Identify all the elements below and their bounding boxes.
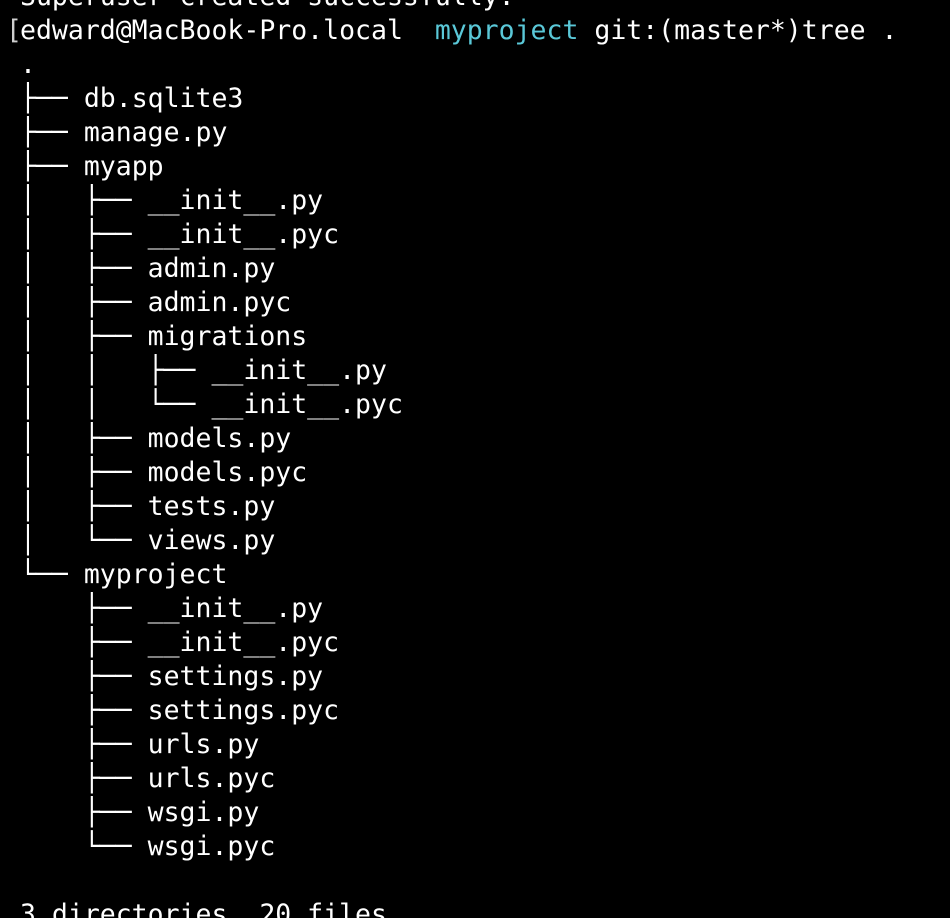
- tree-entry-name: myapp: [83, 151, 164, 182]
- tree-line: │ ├── migrations: [20, 320, 950, 354]
- tree-summary: 3 directories, 20 files: [20, 899, 387, 918]
- tree-entry-name: urls.pyc: [147, 763, 276, 794]
- tree-branch-glyphs: ├──: [20, 695, 148, 726]
- tree-branch-glyphs: │ ├──: [20, 253, 148, 284]
- tree-line: │ ├── models.pyc: [20, 456, 950, 490]
- prompt-bracket: [: [6, 15, 22, 46]
- tree-entry-name: tests.py: [147, 491, 276, 522]
- tree-entry-name: views.py: [147, 525, 276, 556]
- tree-line: │ ├── tests.py: [20, 490, 950, 524]
- tree-line: │ └── views.py: [20, 524, 950, 558]
- tree-line: │ │ └── __init__.pyc: [20, 388, 950, 422]
- tree-branch-glyphs: │ └──: [20, 525, 148, 556]
- tree-line: │ ├── __init__.pyc: [20, 218, 950, 252]
- tree-line: └── wsgi.pyc: [20, 830, 950, 864]
- tree-branch-glyphs: │ ├──: [20, 423, 148, 454]
- tree-branch-glyphs: ├──: [20, 593, 148, 624]
- tree-branch-glyphs: │ │ └──: [20, 389, 212, 420]
- tree-line: ├── urls.py: [20, 728, 950, 762]
- tree-branch-glyphs: ├──: [20, 797, 148, 828]
- tree-branch-glyphs: │ ├──: [20, 185, 148, 216]
- tree-entry-name: admin.pyc: [147, 287, 292, 318]
- tree-entry-name: wsgi.py: [147, 797, 260, 828]
- tree-line: ├── wsgi.py: [20, 796, 950, 830]
- tree-line: │ ├── admin.pyc: [20, 286, 950, 320]
- prompt-git-status: git:(master*): [594, 15, 802, 46]
- tree-entry-name: migrations: [147, 321, 308, 352]
- tree-branch-glyphs: └──: [20, 831, 148, 862]
- tree-branch-glyphs: │ ├──: [20, 321, 148, 352]
- tree-branch-glyphs: ├──: [20, 83, 84, 114]
- tree-root: .: [20, 49, 36, 80]
- terminal-output: Superuser created successfully. [edward@…: [6, 0, 950, 918]
- tree-branch-glyphs: │ │ ├──: [20, 355, 212, 386]
- tree-branch-glyphs: ├──: [20, 763, 148, 794]
- prompt-directory: myproject: [434, 15, 579, 46]
- tree-branch-glyphs: ├──: [20, 151, 84, 182]
- tree-branch-glyphs: └──: [20, 559, 84, 590]
- tree-branch-glyphs: │ ├──: [20, 287, 148, 318]
- tree-branch-glyphs: ├──: [20, 661, 148, 692]
- tree-line: │ │ ├── __init__.py: [20, 354, 950, 388]
- tree-entry-name: manage.py: [83, 117, 228, 148]
- prompt-user-host: edward@MacBook-Pro.local: [20, 15, 403, 46]
- tree-entry-name: myproject: [83, 559, 228, 590]
- tree-entry-name: __init__.pyc: [147, 219, 340, 250]
- tree-entry-name: settings.py: [147, 661, 324, 692]
- tree-entry-name: admin.py: [147, 253, 276, 284]
- tree-line: ├── urls.pyc: [20, 762, 950, 796]
- tree-line: ├── db.sqlite3: [20, 82, 950, 116]
- tree-entry-name: __init__.py: [147, 593, 324, 624]
- tree-entry-name: __init__.py: [211, 355, 387, 386]
- tree-branch-glyphs: │ ├──: [20, 491, 148, 522]
- previous-output-line: Superuser created successfully.: [20, 0, 950, 14]
- tree-line: ├── settings.py: [20, 660, 950, 694]
- tree-entry-name: __init__.pyc: [147, 627, 340, 658]
- tree-line: ├── settings.pyc: [20, 694, 950, 728]
- tree-branch-glyphs: ├──: [20, 627, 148, 658]
- tree-listing: ├── db.sqlite3 ├── manage.py ├── myapp │ ├─…: [20, 82, 950, 864]
- tree-entry-name: models.py: [147, 423, 292, 454]
- tree-line: ├── manage.py: [20, 116, 950, 150]
- tree-entry-name: __init__.py: [147, 185, 324, 216]
- tree-line: │ ├── __init__.py: [20, 184, 950, 218]
- tree-branch-glyphs: ├──: [20, 729, 148, 760]
- tree-line: │ ├── models.py: [20, 422, 950, 456]
- tree-line: └── myproject: [20, 558, 950, 592]
- tree-line: ├── myapp: [20, 150, 950, 184]
- tree-entry-name: models.pyc: [147, 457, 308, 488]
- terminal-window[interactable]: Superuser created successfully. [edward@…: [0, 0, 950, 918]
- tree-branch-glyphs: │ ├──: [20, 457, 148, 488]
- tree-entry-name: settings.pyc: [147, 695, 340, 726]
- tree-line: │ ├── admin.py: [20, 252, 950, 286]
- tree-entry-name: wsgi.pyc: [147, 831, 276, 862]
- tree-entry-name: __init__.pyc: [211, 389, 403, 420]
- prompt-command: tree .: [801, 15, 898, 46]
- tree-entry-name: urls.py: [147, 729, 260, 760]
- tree-entry-name: db.sqlite3: [83, 83, 244, 114]
- tree-line: ├── __init__.pyc: [20, 626, 950, 660]
- prompt-line: [edward@MacBook-Pro.local myproject git:(m…: [6, 14, 950, 48]
- tree-line: ├── __init__.py: [20, 592, 950, 626]
- tree-branch-glyphs: │ ├──: [20, 219, 148, 250]
- tree-branch-glyphs: ├──: [20, 117, 84, 148]
